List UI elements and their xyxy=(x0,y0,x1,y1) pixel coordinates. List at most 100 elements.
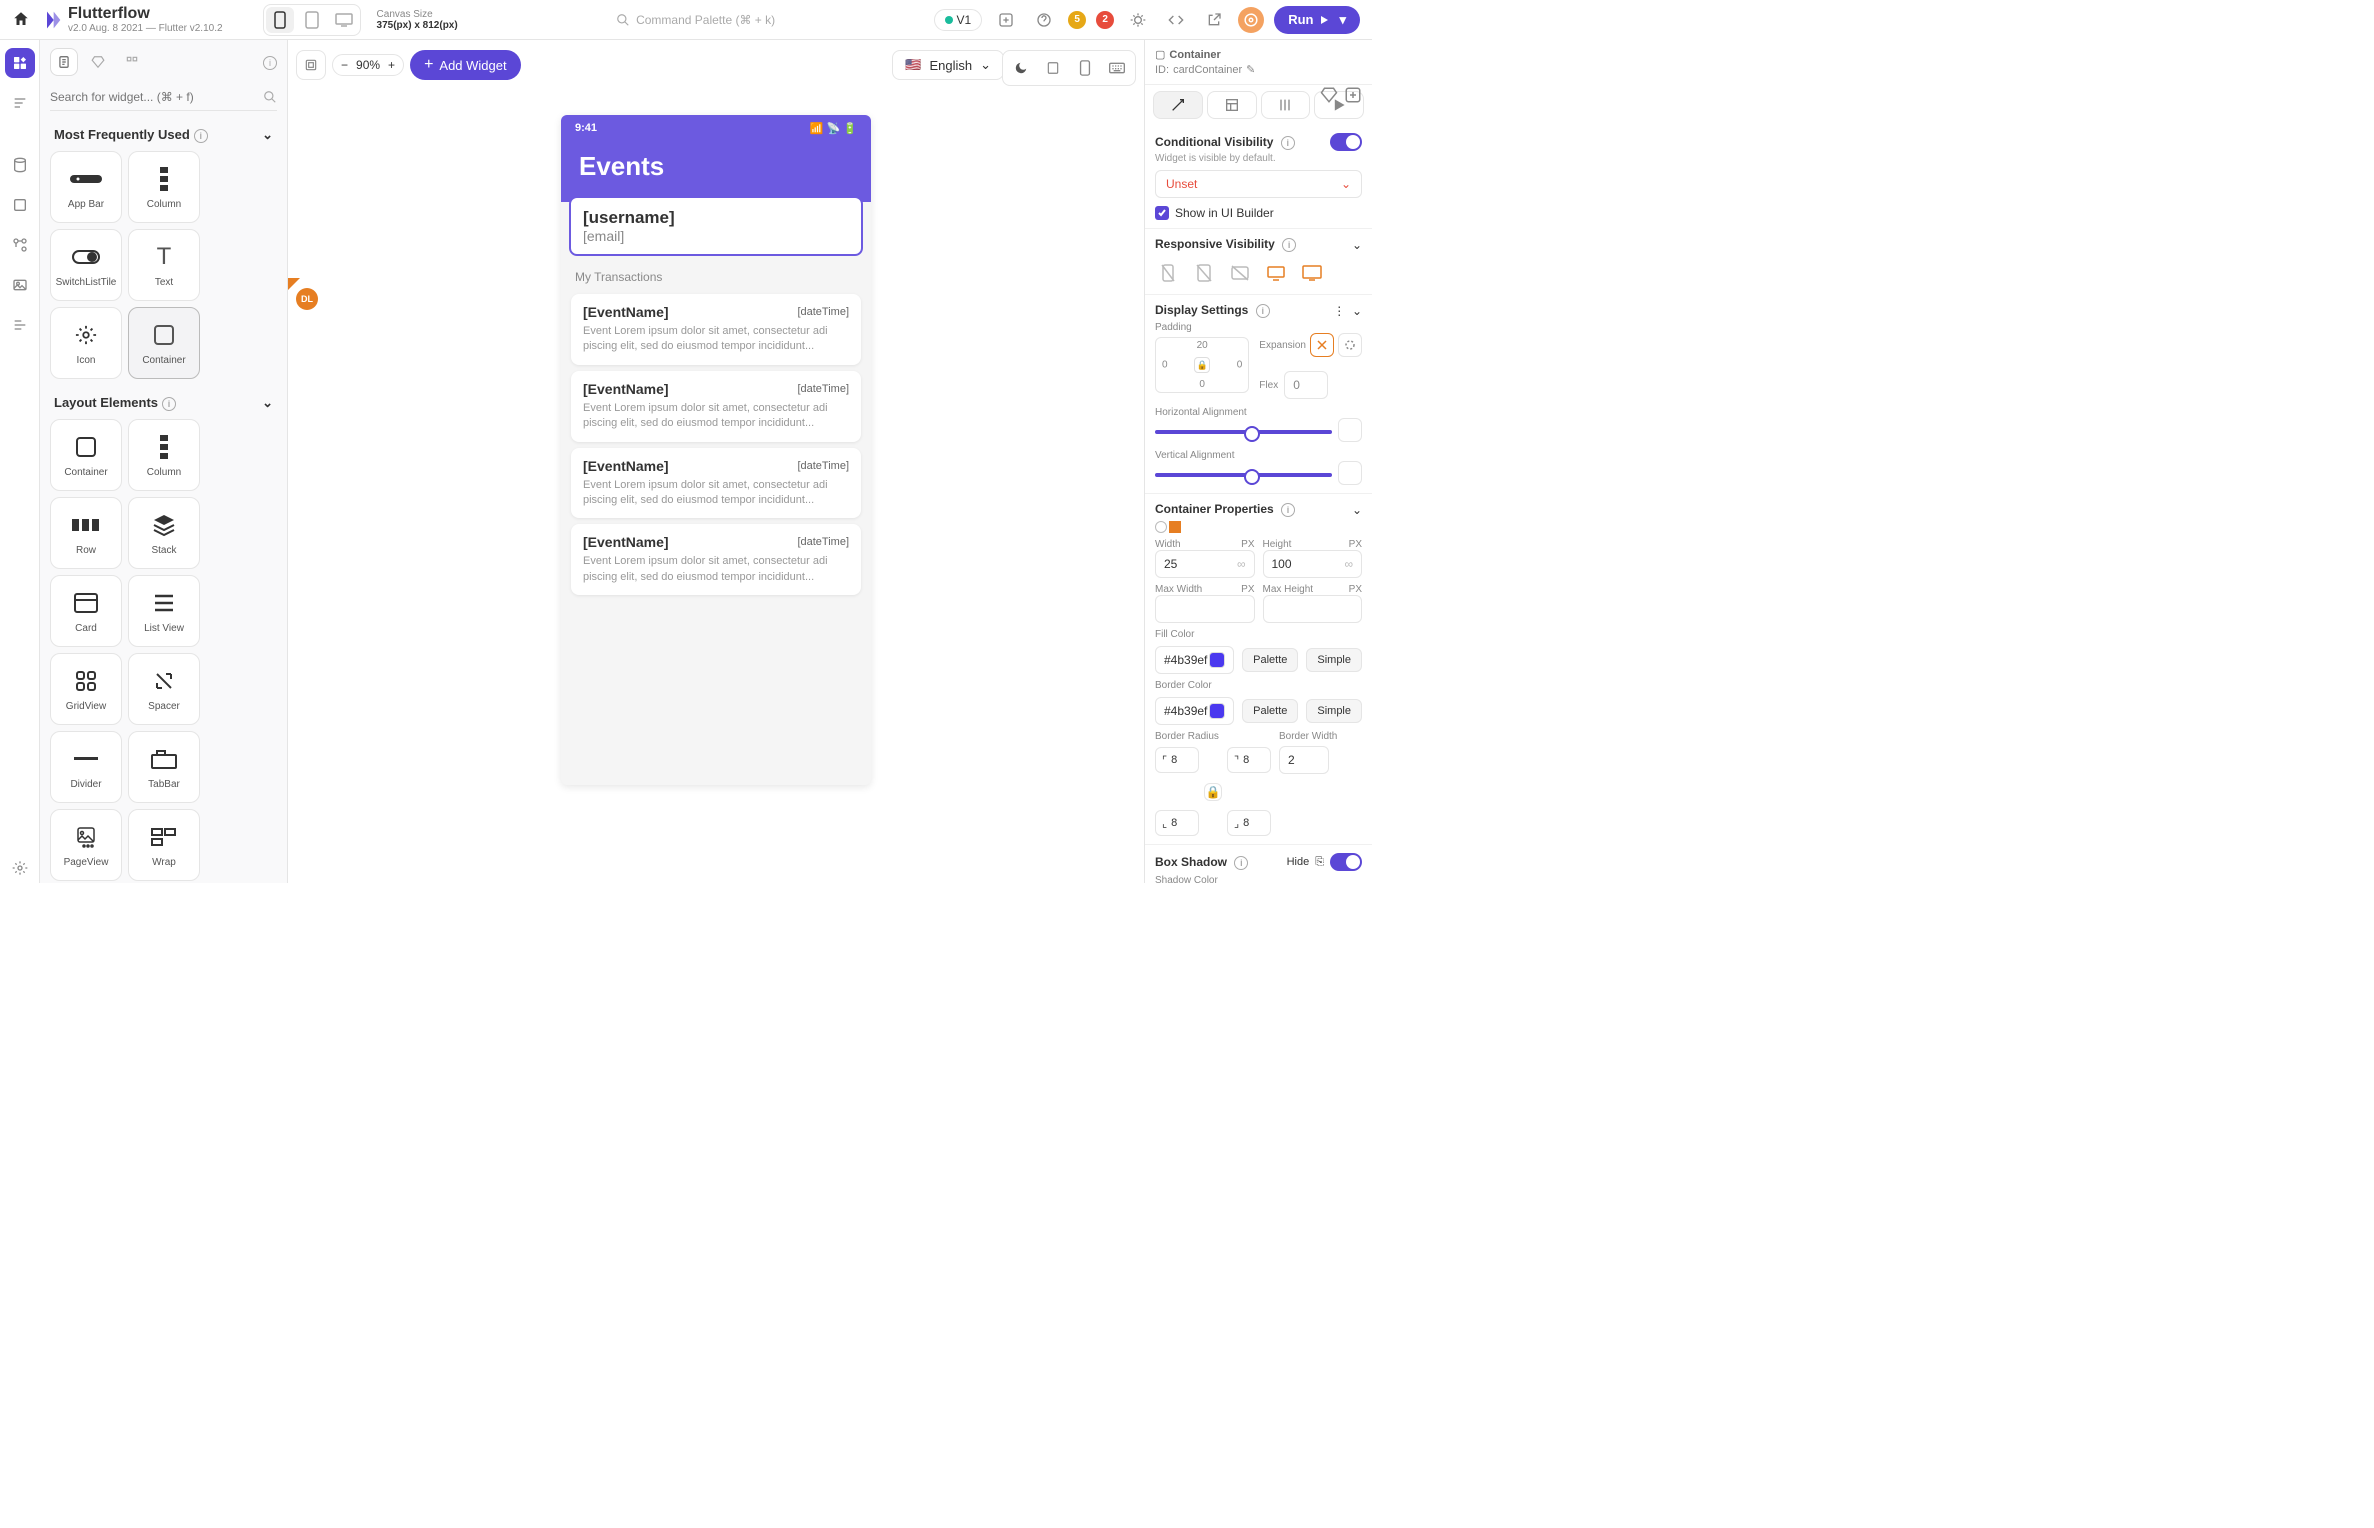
widget-switchlisttile[interactable]: SwitchListTile xyxy=(50,229,122,301)
widget-row[interactable]: Row xyxy=(50,497,122,569)
h-align-slider[interactable] xyxy=(1155,430,1332,434)
widget-container[interactable]: Container xyxy=(128,307,200,379)
add-widget-button[interactable]: +Add Widget xyxy=(410,50,521,80)
canvas[interactable]: − 90% + +Add Widget 🇺🇸English⌄ DL 9:41 📶… xyxy=(288,40,1144,883)
tab-actions[interactable] xyxy=(1261,91,1311,119)
device-tablet[interactable] xyxy=(298,7,326,33)
radius-bl[interactable]: ⌞8 xyxy=(1155,810,1199,836)
event-card[interactable]: [EventName][dateTime]Event Lorem ipsum d… xyxy=(571,371,861,442)
canvas-layers-icon[interactable] xyxy=(296,50,326,80)
widget-appbar[interactable]: App Bar xyxy=(50,151,122,223)
simple-button[interactable]: Simple xyxy=(1306,699,1362,723)
search-widget[interactable] xyxy=(50,84,277,111)
fill-color-input[interactable]: #4b39ef xyxy=(1155,646,1234,674)
maxwidth-input[interactable] xyxy=(1155,595,1255,623)
add-gem-icon[interactable] xyxy=(1344,86,1362,104)
preview-icon[interactable] xyxy=(1039,55,1067,81)
show-in-builder[interactable]: Show in UI Builder xyxy=(1155,206,1362,220)
widget-icon[interactable]: Icon xyxy=(50,307,122,379)
shape-rect[interactable] xyxy=(1169,521,1181,533)
width-input[interactable]: 25∞ xyxy=(1155,550,1255,578)
box-shadow-toggle[interactable] xyxy=(1330,853,1362,871)
resp-tablet-off[interactable] xyxy=(1191,260,1217,286)
more-icon[interactable]: ⋮ xyxy=(1333,304,1345,318)
nav-storage-icon[interactable] xyxy=(5,190,35,220)
resp-desktop-on[interactable] xyxy=(1263,260,1289,286)
help-icon[interactable] xyxy=(1030,6,1058,34)
device-desktop[interactable] xyxy=(330,7,358,33)
widget-pageview[interactable]: PageView xyxy=(50,809,122,881)
visibility-condition[interactable]: Unset⌄ xyxy=(1155,170,1362,198)
resp-desktop2-on[interactable] xyxy=(1299,260,1325,286)
nav-custom-icon[interactable] xyxy=(5,310,35,340)
event-card[interactable]: [EventName][dateTime]Event Lorem ipsum d… xyxy=(571,448,861,519)
phone-user-card[interactable]: [username] [email] xyxy=(569,196,863,256)
edit-id-icon[interactable]: ✎ xyxy=(1246,63,1255,76)
border-color-input[interactable]: #4b39ef xyxy=(1155,697,1234,725)
widget-listview[interactable]: List View xyxy=(128,575,200,647)
dark-mode-icon[interactable] xyxy=(1007,55,1035,81)
device-phone[interactable] xyxy=(266,7,294,33)
widget-stack[interactable]: Stack xyxy=(128,497,200,569)
chevron-down-icon[interactable]: ⌄ xyxy=(1352,238,1362,252)
widget-gridview[interactable]: GridView xyxy=(50,653,122,725)
tab-properties[interactable] xyxy=(1153,91,1203,119)
border-width-input[interactable]: 2 xyxy=(1279,746,1329,774)
run-button[interactable]: Run ▾ xyxy=(1274,6,1360,34)
diamond-icon[interactable] xyxy=(84,48,112,76)
nav-media-icon[interactable] xyxy=(5,270,35,300)
phone-icon[interactable] xyxy=(1071,55,1099,81)
palette-button[interactable]: Palette xyxy=(1242,699,1298,723)
shape-circle[interactable] xyxy=(1155,521,1167,533)
conditional-visibility-toggle[interactable] xyxy=(1330,133,1362,151)
widget-column[interactable]: Column xyxy=(128,151,200,223)
chevron-down-icon[interactable]: ⌄ xyxy=(1352,503,1362,517)
component-icon[interactable] xyxy=(118,48,146,76)
widget-card[interactable]: Card xyxy=(50,575,122,647)
nav-tree-icon[interactable] xyxy=(5,88,35,118)
h-align-value[interactable] xyxy=(1338,418,1362,442)
widget-column2[interactable]: Column xyxy=(128,419,200,491)
widget-divider[interactable]: Divider xyxy=(50,731,122,803)
radius-br[interactable]: ⌟8 xyxy=(1227,810,1271,836)
notification-badge-2[interactable]: 2 xyxy=(1096,11,1114,29)
event-card[interactable]: [EventName][dateTime]Event Lorem ipsum d… xyxy=(571,294,861,365)
padding-control[interactable]: 20 0 0 0 🔒 xyxy=(1155,337,1249,393)
document-icon[interactable] xyxy=(50,48,78,76)
keyboard-icon[interactable] xyxy=(1103,55,1131,81)
hide-config-icon[interactable]: ⎘ xyxy=(1315,856,1324,869)
info-icon[interactable]: i xyxy=(259,54,277,70)
palette-button[interactable]: Palette xyxy=(1242,648,1298,672)
language-selector[interactable]: 🇺🇸English⌄ xyxy=(892,50,1004,80)
radius-tr[interactable]: ⌝8 xyxy=(1227,747,1271,773)
nav-api-icon[interactable] xyxy=(5,230,35,260)
gem-icon[interactable] xyxy=(1320,86,1338,104)
command-palette[interactable]: Command Palette (⌘ + k) xyxy=(616,13,775,27)
event-card[interactable]: [EventName][dateTime]Event Lorem ipsum d… xyxy=(571,524,861,595)
v-align-value[interactable] xyxy=(1338,461,1362,485)
radius-lock-icon[interactable]: 🔒 xyxy=(1204,783,1222,801)
simple-button[interactable]: Simple xyxy=(1306,648,1362,672)
add-icon[interactable] xyxy=(992,6,1020,34)
widget-text[interactable]: TText xyxy=(128,229,200,301)
chevron-down-icon[interactable]: ⌄ xyxy=(1352,304,1362,318)
resp-tabletl-off[interactable] xyxy=(1227,260,1253,286)
bug-icon[interactable] xyxy=(1124,6,1152,34)
expansion-icon-2[interactable] xyxy=(1338,333,1362,357)
code-icon[interactable] xyxy=(1162,6,1190,34)
v-align-slider[interactable] xyxy=(1155,473,1332,477)
resp-phone-off[interactable] xyxy=(1155,260,1181,286)
zoom-in[interactable]: + xyxy=(388,58,395,72)
flex-input[interactable]: 0 xyxy=(1284,371,1328,399)
tab-layout[interactable] xyxy=(1207,91,1257,119)
radius-tl[interactable]: ⌜8 xyxy=(1155,747,1199,773)
home-icon[interactable] xyxy=(12,10,32,30)
nav-widgets-icon[interactable] xyxy=(5,48,35,78)
widget-container2[interactable]: Container xyxy=(50,419,122,491)
height-input[interactable]: 100∞ xyxy=(1263,550,1363,578)
lock-icon[interactable]: 🔒 xyxy=(1194,357,1210,373)
search-widget-input[interactable] xyxy=(50,90,263,104)
open-external-icon[interactable] xyxy=(1200,6,1228,34)
avatar[interactable] xyxy=(1238,7,1264,33)
version-pill[interactable]: V1 xyxy=(934,9,983,31)
